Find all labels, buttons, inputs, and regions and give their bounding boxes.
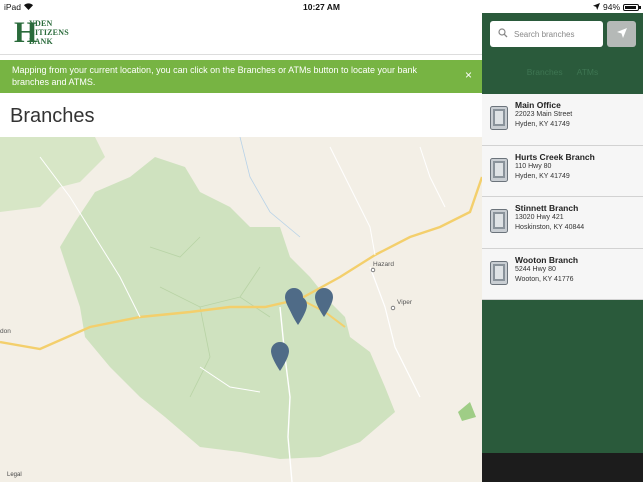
branch-item-main-office[interactable]: Main Office 22023 Main Street Hyden, KY … [482,94,643,146]
map-canvas [0,137,482,482]
map-label-hazard: Hazard [373,261,394,268]
branch-item-wooton[interactable]: Wooton Branch 5244 Hwy 80 Wooton, KY 417… [482,248,643,300]
branch-city: Wooton, KY 41776 [515,275,574,283]
sidebar-footer [482,453,643,482]
branch-street: 5244 Hwy 80 [515,265,556,273]
branch-item-hurts-creek[interactable]: Hurts Creek Branch 110 Hwy 80 Hyden, KY … [482,145,643,197]
location-arrow-icon [592,2,600,12]
search-box[interactable] [490,21,604,47]
info-banner: Mapping from your current location, you … [0,60,482,93]
app-screen: iPad 10:27 AM 94% H YDEN CITIZENS BANK M… [0,0,643,482]
status-bar: iPad 10:27 AM 94% [0,0,643,13]
map-pin-stinnett[interactable] [270,341,290,371]
search-input[interactable] [514,29,604,39]
logo-line2: CITIZENS [29,28,69,37]
banner-close-button[interactable]: × [465,69,472,81]
search-icon [498,25,508,43]
map-label-viper: Viper [397,299,413,306]
branch-city: Hoskinston, KY 40844 [515,224,585,231]
branch-item-stinnett[interactable]: Stinnett Branch 13020 Hwy 421 Hoskinston… [482,197,643,249]
branch-name: Wooton Branch [515,254,579,265]
logo-line3: BANK [29,37,53,46]
branch-building-icon [490,209,508,233]
branch-building-icon [490,260,508,285]
map-pin-wooton[interactable] [314,287,334,317]
branch-list: Main Office 22023 Main Street Hyden, KY … [482,94,643,300]
branch-name: Main Office [515,100,561,110]
app-header: H YDEN CITIZENS BANK [0,13,482,55]
map-label-partial: don [0,328,11,335]
status-right: 94% [592,2,641,12]
branch-map[interactable]: Hazard Viper don Legal [0,137,482,482]
branch-street: 110 Hwy 80 [515,162,552,170]
branch-sidebar: Branches ATMs Main Office 22023 Main Str… [482,13,643,482]
battery-icon [623,3,641,11]
navigation-arrow-icon [616,25,627,43]
branch-name: Hurts Creek Branch [515,151,595,162]
battery-percent: 94% [602,2,620,12]
locate-me-button[interactable] [607,21,636,47]
branch-building-icon [490,157,508,182]
branch-street: 22023 Main Street [515,111,573,118]
branch-city: Hyden, KY 41749 [515,121,570,128]
page-title: Branches [10,105,95,127]
branch-building-icon [490,106,508,130]
map-legal-link[interactable]: Legal [7,472,22,478]
banner-message: Mapping from your current location, you … [12,65,418,87]
branch-city: Hyden, KY 41749 [515,172,570,180]
bank-logo: H YDEN CITIZENS BANK [14,17,74,49]
map-pin-hurts-creek[interactable] [288,295,308,325]
sidebar-tabs: Branches ATMs [482,67,643,81]
tab-branches[interactable]: Branches [527,67,563,81]
tab-atms[interactable]: ATMs [577,67,599,81]
branch-street: 13020 Hwy 421 [515,214,564,221]
main-content: H YDEN CITIZENS BANK Mapping from your c… [0,13,482,482]
logo-line1: YDEN [29,19,53,28]
status-time: 10:27 AM [302,2,340,12]
branch-name: Stinnett Branch [515,203,579,213]
